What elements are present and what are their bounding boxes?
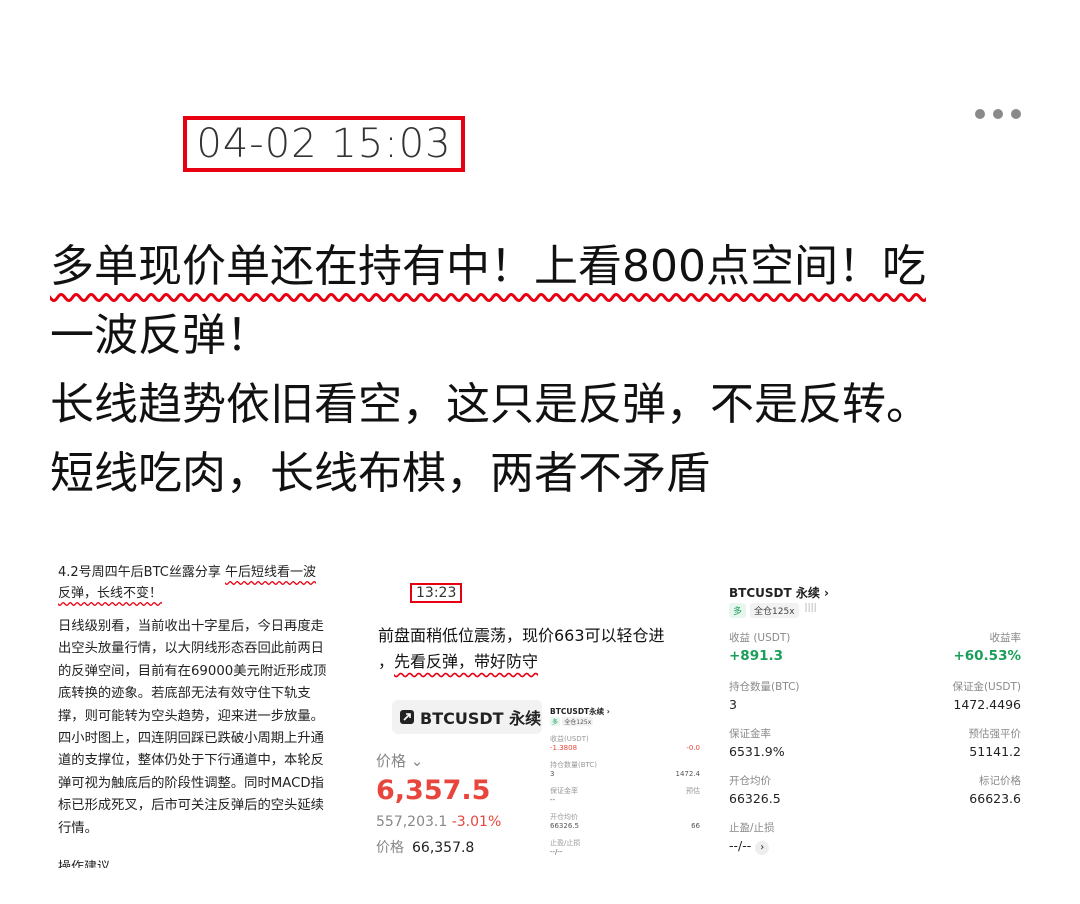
entry-price-label: 开仓均价 [729,775,771,787]
margin-ratio-value: 6531.9% [729,744,785,759]
tpsl-label: 止盈/止损 [729,822,775,834]
post-line-4: 短线吃肉，长线布棋，两者不矛盾 [50,448,710,499]
pnl-value: +891.3 [729,648,784,664]
attached-image-earlier-post[interactable]: 13:23 前盘面稍低位震荡，现价663可以轻仓进 ，先看反弹，带好防守 BTC… [370,575,700,865]
mark-price-value: 66623.6 [969,791,1021,806]
price-change: 557,203.1 -3.01% [376,814,502,830]
roe-label: 收益率 [989,632,1022,644]
liq-price-value: 51141.2 [969,744,1021,759]
attached-image-analysis[interactable]: 4.2号周四午后BTC丝露分享 午后短线看一波 反弹，长线不变！ 日线级别看，当… [48,548,348,868]
earlier-post-text: 前盘面稍低位震荡，现价663可以轻仓进 ，先看反弹，带好防守 [378,626,665,671]
position-tags: 多 全仓125x |||| [729,603,817,618]
more-dot-icon [1011,109,1021,119]
mark-price-label: 标记价格 [979,775,1021,787]
more-options-button[interactable] [975,109,1021,119]
long-tag: 多 [729,603,747,618]
post-text: 多单现价单还在持有中！上看800点空间！吃 一波反弹！ 长线趋势依旧看空，这只是… [50,232,1040,508]
more-dot-icon [975,109,985,119]
last-price: 6,357.5 [376,775,491,806]
signal-bars-icon: |||| [804,603,817,613]
attached-image-position[interactable]: BTCUSDT 永续 › 多 全仓125x |||| 收益 (USDT) +89… [715,548,1025,868]
mark-price: 价格 66,357.8 [376,840,475,856]
analysis-heading: 4.2号周四午后BTC丝露分享 午后短线看一波 反弹，长线不变！ [58,565,317,601]
earlier-timestamp: 13:23 [410,583,463,603]
margin-ratio-label: 保证金率 [729,728,771,740]
size-label: 持仓数量(BTC) [729,681,800,693]
pnl-label: 收益 (USDT) [729,632,791,644]
price-label: 价格 ⌄ [376,752,424,770]
mini-position-card: BTCUSDT永续 › 多 全仓125x 收益(USDT) -1.3808 -0… [550,707,700,856]
liq-price-label: 预估强平价 [968,728,1022,740]
more-dot-icon [993,109,1003,119]
margin-value: 1472.4496 [953,697,1021,712]
exchange-logo-icon [400,710,414,724]
post-line-3: 长线趋势依旧看空，这只是反弹，不是反转。 [50,379,930,430]
analysis-foot: 操作建议 [58,860,111,868]
post-line-2: 一波反弹！ [50,310,270,361]
position-title: BTCUSDT 永续 › [729,586,829,600]
margin-tag: 全仓125x [750,603,799,618]
symbol-chip: BTCUSDT 永续 [392,700,542,734]
margin-label: 保证金(USDT) [952,681,1021,693]
roe-value: +60.53% [953,648,1021,664]
post-timestamp: 04-02 15:03 [183,116,465,172]
entry-price-value: 66326.5 [729,791,781,806]
analysis-body: 日线级别看，当前收出十字星后，今日再度走 出空头放量行情，以大阴线形态吞回此前两… [58,619,327,836]
chevron-right-icon: › [755,841,770,855]
size-value: 3 [729,697,737,712]
tpsl-value[interactable]: --/-- › [729,838,770,855]
post-line-1: 多单现价单还在持有中！上看800点空间！吃 [50,241,926,292]
